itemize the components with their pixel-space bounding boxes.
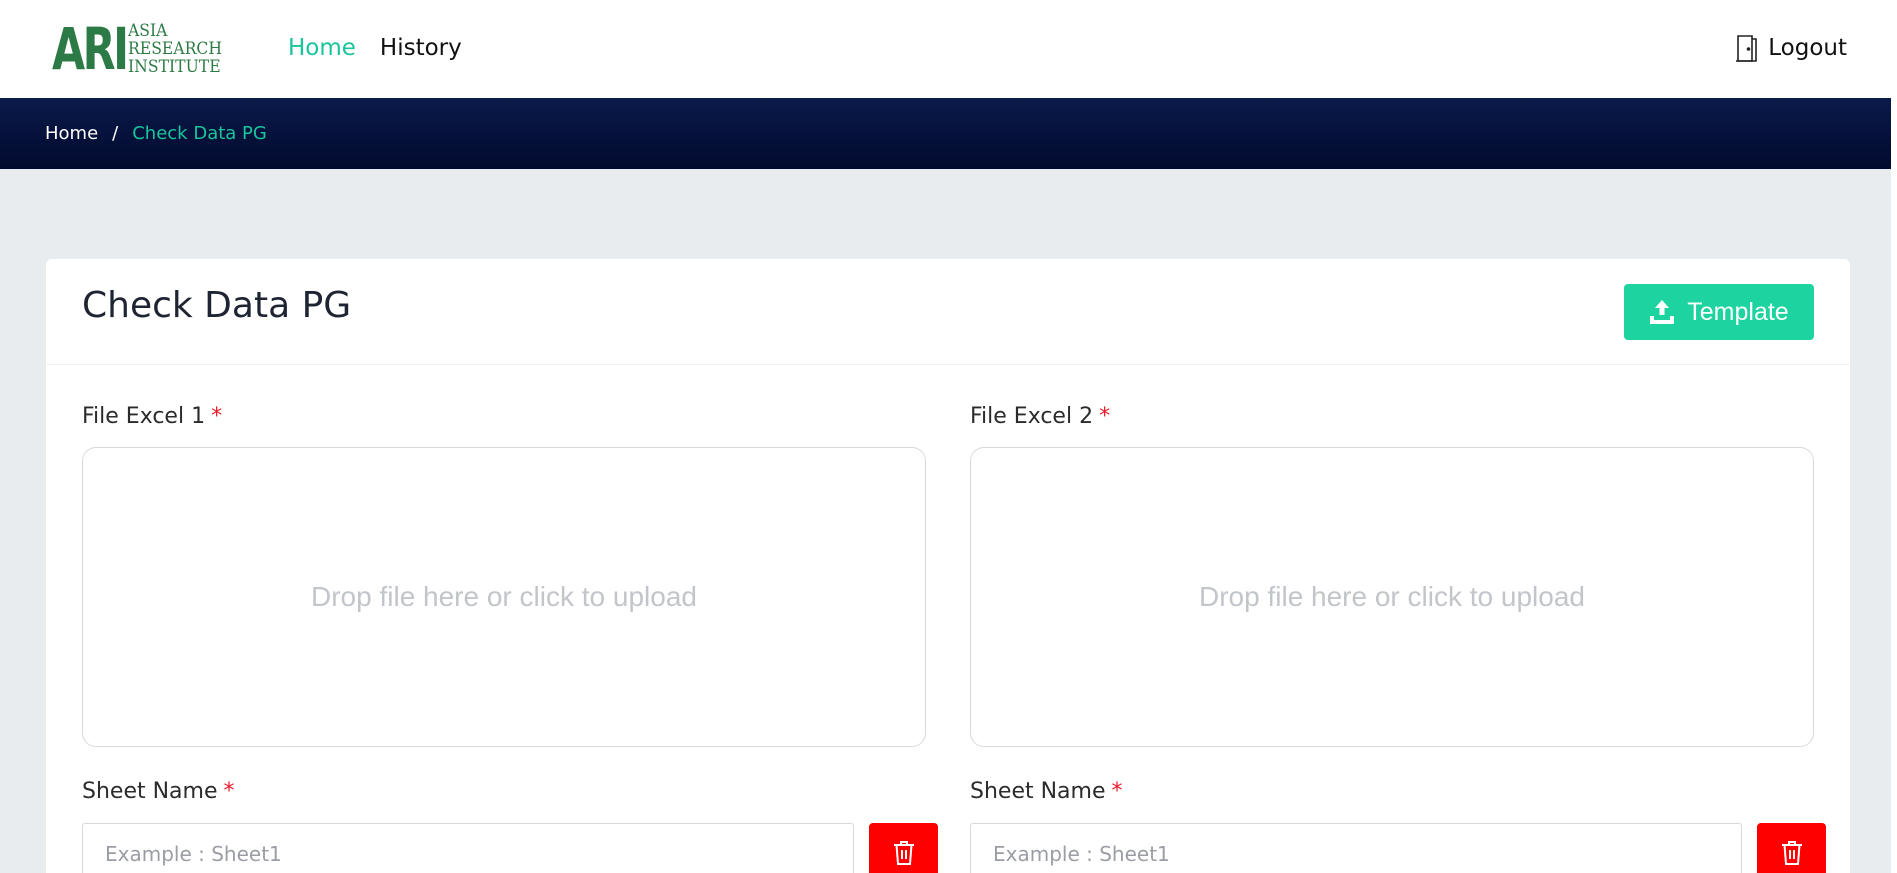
trash-icon bbox=[1781, 841, 1802, 865]
required-marker: * bbox=[211, 404, 223, 429]
ari-logo[interactable]: ARI ASIA RESEARCH INSTITUTE bbox=[52, 18, 226, 80]
sheet-name-2-label-text: Sheet Name bbox=[970, 779, 1106, 804]
nav-history[interactable]: History bbox=[380, 32, 462, 64]
breadcrumb-current: Check Data PG bbox=[132, 123, 267, 144]
breadcrumb: Home / Check Data PG bbox=[0, 98, 1897, 169]
template-button[interactable]: Template bbox=[1624, 284, 1814, 340]
nav-home[interactable]: Home bbox=[288, 32, 356, 64]
logo-mark: ARI bbox=[52, 15, 129, 83]
page-title: Check Data PG bbox=[82, 285, 352, 326]
top-navbar: ARI ASIA RESEARCH INSTITUTE Home History… bbox=[0, 0, 1897, 98]
file-excel-1-label-text: File Excel 1 bbox=[82, 404, 206, 429]
logout-button[interactable]: Logout bbox=[1734, 32, 1847, 64]
logo-line-1: ASIA bbox=[128, 21, 168, 41]
upload-icon bbox=[1650, 300, 1675, 324]
sheet-name-1-label: Sheet Name * bbox=[82, 777, 235, 807]
breadcrumb-separator: / bbox=[112, 123, 119, 144]
sheet-name-1-label-text: Sheet Name bbox=[82, 779, 218, 804]
logo-line-3: INSTITUTE bbox=[128, 57, 221, 77]
sheet-name-1-input[interactable] bbox=[82, 823, 854, 873]
file-excel-1-dropzone[interactable]: Drop file here or click to upload bbox=[82, 447, 926, 747]
dropzone-1-text: Drop file here or click to upload bbox=[311, 581, 697, 612]
dropzone-2-text: Drop file here or click to upload bbox=[1199, 581, 1585, 612]
template-button-label: Template bbox=[1687, 297, 1789, 326]
logout-label: Logout bbox=[1768, 35, 1847, 61]
delete-sheet-2-button[interactable] bbox=[1757, 823, 1826, 873]
card-header: Check Data PG Template bbox=[46, 259, 1850, 365]
required-marker: * bbox=[1111, 779, 1123, 804]
sheet-name-2-label: Sheet Name * bbox=[970, 777, 1123, 807]
required-marker: * bbox=[223, 779, 235, 804]
breadcrumb-home[interactable]: Home bbox=[45, 123, 98, 144]
logo-line-2: RESEARCH bbox=[128, 39, 223, 59]
delete-sheet-1-button[interactable] bbox=[869, 823, 938, 873]
trash-icon bbox=[893, 841, 914, 865]
file-excel-2-label-text: File Excel 2 bbox=[970, 404, 1094, 429]
logo-text: ASIA RESEARCH INSTITUTE bbox=[128, 22, 222, 76]
required-marker: * bbox=[1099, 404, 1111, 429]
scrollbar-track[interactable] bbox=[1891, 0, 1897, 873]
file-excel-1-label: File Excel 1 * bbox=[82, 402, 222, 432]
file-excel-2-label: File Excel 2 * bbox=[970, 402, 1110, 432]
main-nav: Home History bbox=[288, 32, 462, 64]
door-icon bbox=[1736, 35, 1758, 62]
sheet-name-2-input[interactable] bbox=[970, 823, 1742, 873]
file-excel-2-dropzone[interactable]: Drop file here or click to upload bbox=[970, 447, 1814, 747]
